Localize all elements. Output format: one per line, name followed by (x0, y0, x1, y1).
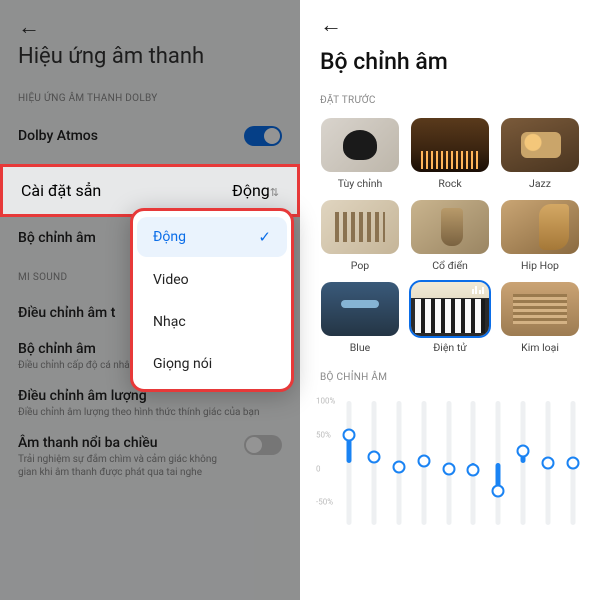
eq-knob[interactable] (566, 457, 579, 470)
eq-slider-2[interactable] (367, 393, 381, 533)
eq-knob[interactable] (392, 460, 405, 473)
y-label: -50% (316, 498, 333, 507)
updown-icon: ⇅ (270, 186, 279, 199)
eq-knob[interactable] (517, 445, 530, 458)
tile-blue[interactable]: Blue (320, 282, 400, 354)
eq-slider-4[interactable] (417, 393, 431, 533)
menu-item-label: Video (153, 272, 189, 288)
check-icon: ✓ (258, 228, 271, 246)
eq-bars-icon (472, 286, 485, 294)
section-label-eq: BỘ CHỈNH ÂM (320, 372, 580, 383)
tile-pop[interactable]: Pop (320, 200, 400, 272)
preset-value: Động⇅ (232, 181, 279, 200)
tile-classical[interactable]: Cổ điển (410, 200, 490, 272)
section-label-preset: ĐẶT TRƯỚC (300, 95, 600, 106)
eq-knob[interactable] (367, 451, 380, 464)
y-label: 100% (316, 397, 335, 406)
eq-knob[interactable] (542, 457, 555, 470)
menu-item-label: Giọng nói (153, 356, 212, 372)
menu-item-label: Động (153, 229, 186, 245)
eq-slider-8[interactable] (516, 393, 530, 533)
y-label: 50% (316, 431, 331, 440)
menu-item-nhac[interactable]: Nhạc (133, 301, 291, 343)
eq-slider-9[interactable] (541, 393, 555, 533)
eq-knob[interactable] (467, 464, 480, 477)
eq-knob[interactable] (343, 428, 356, 441)
eq-slider-5[interactable] (442, 393, 456, 533)
back-icon[interactable]: ← (320, 12, 342, 38)
eq-slider-3[interactable] (392, 393, 406, 533)
page-title: Bộ chỉnh âm (320, 48, 580, 75)
tile-rock[interactable]: Rock (410, 118, 490, 190)
tile-electronic[interactable]: Điện tử (410, 282, 490, 354)
eq-knob[interactable] (492, 485, 505, 498)
equalizer-sliders: 100% 50% 0 -50% (320, 393, 580, 533)
y-label: 0 (316, 464, 321, 473)
tile-hiphop[interactable]: Hip Hop (500, 200, 580, 272)
menu-item-giongnoi[interactable]: Giọng nói (133, 343, 291, 385)
menu-item-video[interactable]: Video (133, 259, 291, 301)
preset-dropdown-menu: Động ✓ Video Nhạc Giọng nói (130, 208, 294, 392)
eq-slider-10[interactable] (566, 393, 580, 533)
eq-slider-1[interactable] (342, 393, 356, 533)
eq-slider-7[interactable] (491, 393, 505, 533)
eq-knob[interactable] (417, 454, 430, 467)
preset-label: Cài đặt sẳn (21, 181, 101, 200)
tile-custom[interactable]: Tùy chỉnh (320, 118, 400, 190)
eq-knob[interactable] (442, 462, 455, 475)
tile-metal[interactable]: Kim loại (500, 282, 580, 354)
eq-slider-6[interactable] (466, 393, 480, 533)
menu-item-dong[interactable]: Động ✓ (137, 217, 287, 257)
preset-grid: Tùy chỉnh Rock Jazz Pop Cổ điển Hip Hop … (300, 118, 600, 354)
menu-item-label: Nhạc (153, 314, 186, 330)
tile-jazz[interactable]: Jazz (500, 118, 580, 190)
